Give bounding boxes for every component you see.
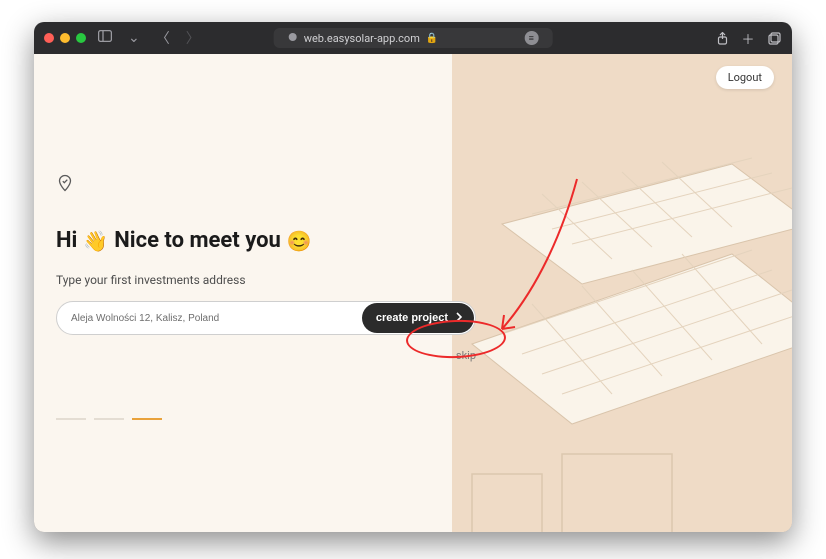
browser-toolbar: ⌄ 〈 〉 web.easysolar-app.com 🔒 ≡ ＋ [34, 22, 792, 54]
create-project-button[interactable]: create project [362, 303, 474, 333]
skip-link[interactable]: skip [56, 349, 476, 362]
progress-step-2 [94, 418, 124, 420]
onboarding-panel: Hi 👋 Nice to meet you 😊 Type your first … [56, 54, 486, 532]
decorative-illustration [452, 54, 792, 532]
progress-step-3 [132, 418, 162, 420]
page-viewport: Logout Hi 👋 Nice to meet you 😊 Type your… [34, 54, 792, 532]
smile-emoji-icon: 😊 [287, 231, 312, 251]
sidebar-toggle-icon[interactable] [94, 30, 116, 46]
fullscreen-window-button[interactable] [76, 33, 86, 43]
ssl-lock-icon [288, 32, 298, 45]
subtitle-text: Type your first investments address [56, 273, 486, 287]
logout-label: Logout [728, 71, 762, 84]
url-text: web.easysolar-app.com [304, 32, 420, 45]
new-tab-icon[interactable]: ＋ [740, 30, 756, 46]
logout-button[interactable]: Logout [716, 66, 774, 89]
create-project-label: create project [376, 312, 448, 324]
reader-mode-icon[interactable]: ≡ [524, 31, 538, 45]
share-icon[interactable] [714, 30, 730, 46]
address-bar[interactable]: web.easysolar-app.com 🔒 ≡ [274, 28, 553, 48]
greeting-pre: Hi [56, 228, 77, 253]
progress-step-1 [56, 418, 86, 420]
minimize-window-button[interactable] [60, 33, 70, 43]
address-input-row: create project [56, 301, 476, 335]
chevron-down-icon[interactable]: ⌄ [124, 30, 144, 46]
tabs-overview-icon[interactable] [766, 30, 782, 46]
window-controls [44, 33, 86, 43]
browser-window: ⌄ 〈 〉 web.easysolar-app.com 🔒 ≡ ＋ [34, 22, 792, 532]
greeting-heading: Hi 👋 Nice to meet you 😊 [56, 228, 486, 253]
padlock-icon: 🔒 [426, 33, 438, 44]
progress-indicator [56, 418, 162, 420]
close-window-button[interactable] [44, 33, 54, 43]
wave-emoji-icon: 👋 [83, 231, 108, 251]
greeting-post: Nice to meet you [114, 228, 281, 253]
location-check-icon [56, 174, 74, 192]
skip-label: skip [456, 349, 476, 362]
back-button[interactable]: 〈 [152, 28, 174, 48]
forward-button[interactable]: 〉 [182, 28, 204, 48]
chevron-right-icon [454, 311, 464, 325]
